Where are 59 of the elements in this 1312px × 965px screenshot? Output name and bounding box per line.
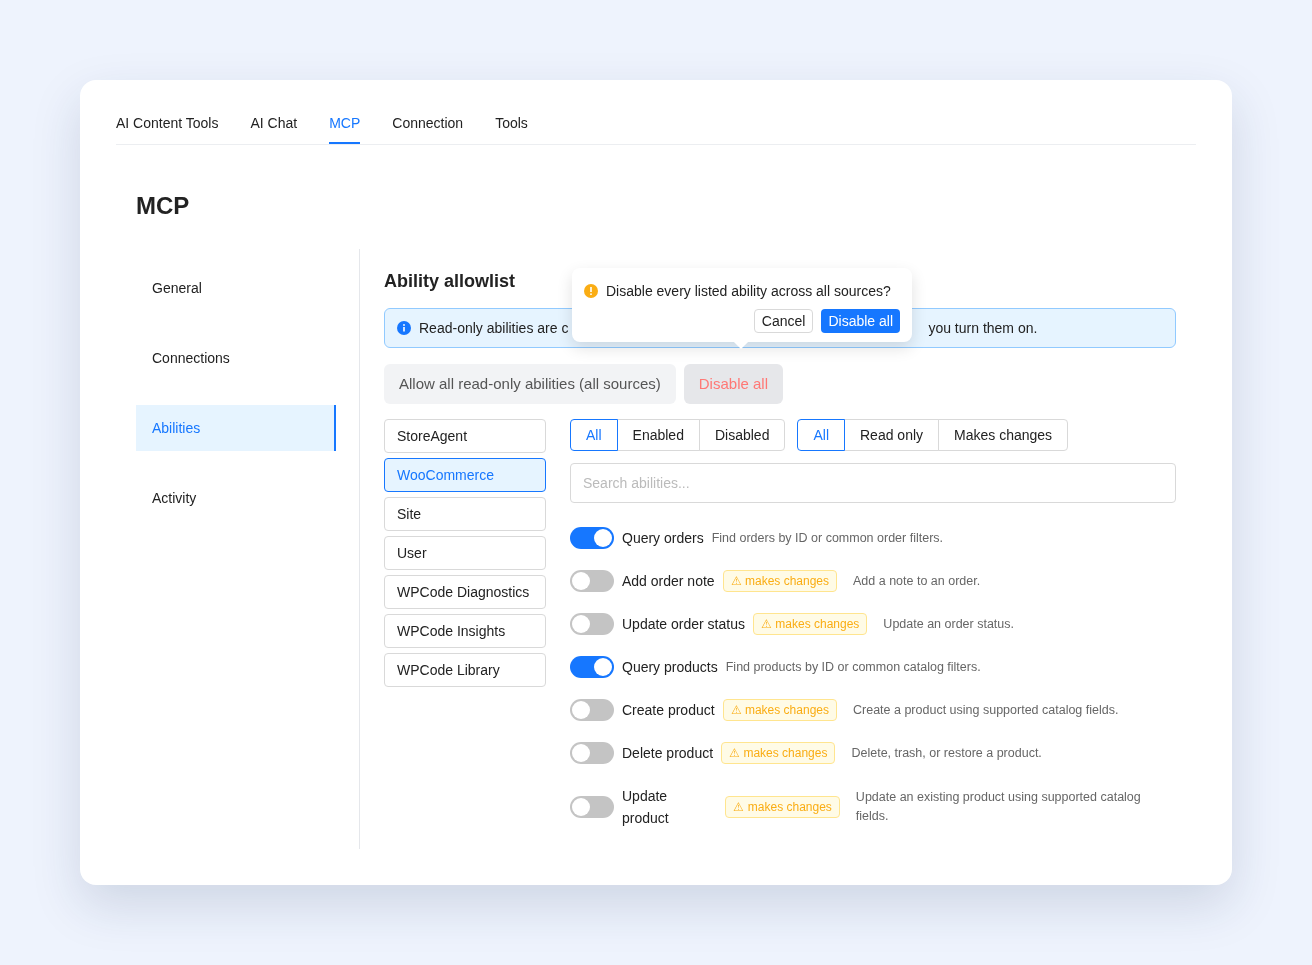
toggle-switch[interactable] [570, 656, 614, 678]
makes-changes-tag: ⚠ makes changes [725, 796, 840, 818]
info-text: Read-only abilities are c [419, 319, 569, 338]
nav-tab[interactable]: Connection [392, 104, 464, 144]
ability-description: Add a note to an order. [853, 572, 981, 590]
makes-changes-tag: ⚠ makes changes [722, 699, 837, 721]
sidebar-item[interactable]: Abilities [136, 405, 336, 451]
warning-icon [584, 284, 598, 298]
confirm-message: Disable every listed ability across all sources? [606, 282, 891, 301]
sidebar-item[interactable]: Connections [136, 335, 336, 381]
toggle-switch[interactable] [570, 796, 614, 818]
source-item[interactable]: User [384, 536, 546, 570]
filter-tab[interactable]: Read only [844, 419, 940, 451]
cancel-button[interactable]: Cancel [753, 309, 814, 333]
filter-tab[interactable]: Disabled [698, 419, 786, 451]
info-icon [397, 321, 411, 335]
info-text: you turn them on. [928, 319, 1038, 338]
ability-description: Find orders by ID or common order filters. [711, 529, 944, 547]
source-item[interactable]: Site [384, 497, 546, 531]
nav-tab[interactable]: AI Content Tools [116, 104, 219, 144]
source-item[interactable]: WPCode Insights [384, 614, 546, 648]
filter-tab[interactable]: All [570, 419, 618, 451]
toggle-switch[interactable] [570, 699, 614, 721]
nav-tab[interactable]: MCP [329, 104, 361, 144]
ability-name: Update product [622, 787, 670, 828]
ability-description: Find products by ID or common catalog filters. [725, 658, 981, 676]
source-item[interactable]: WPCode Diagnostics [384, 575, 546, 609]
ability-name: Delete product [622, 744, 714, 763]
ability-name: Add order note [622, 572, 715, 591]
ability-name: Query orders [622, 529, 704, 548]
allow-all-button[interactable]: Allow all read-only abilities (all sources) [384, 364, 676, 404]
filter-tab[interactable]: All [797, 419, 845, 451]
page-title: MCP [136, 191, 191, 221]
search-field[interactable]: Search abilities... [570, 463, 1176, 503]
ability-description: Update an existing product using supported catalog fields. [855, 789, 1142, 825]
confirm-button[interactable]: Disable all [821, 309, 900, 333]
makes-changes-tag: ⚠ makes changes [721, 742, 836, 764]
nav-tab[interactable]: Tools [495, 104, 528, 144]
sidebar-item[interactable]: General [136, 265, 336, 311]
nav-tab[interactable]: AI Chat [250, 104, 298, 144]
ability-description: Delete, trash, or restore a product. [851, 744, 1042, 762]
source-item[interactable]: WPCode Library [384, 653, 546, 687]
ability-name: Query products [622, 658, 718, 677]
filter-tab[interactable]: Enabled [616, 419, 700, 451]
section-title: Ability allowlist [384, 270, 516, 293]
ability-name: Create product [622, 701, 715, 720]
sidebar-item[interactable]: Activity [136, 475, 336, 521]
ability-description: Create a product using supported catalog fields. [853, 701, 1119, 719]
toggle-switch[interactable] [570, 613, 614, 635]
source-item[interactable]: StoreAgent [384, 419, 546, 453]
makes-changes-tag: ⚠ makes changes [752, 613, 868, 635]
filter-tab[interactable]: Makes changes [938, 419, 1069, 451]
toggle-switch[interactable] [570, 742, 614, 764]
makes-changes-tag: ⚠ makes changes [722, 570, 837, 592]
toggle-switch[interactable] [570, 570, 614, 592]
ability-name: Update order status [622, 615, 745, 634]
ability-description: Update an order status. [883, 615, 1014, 633]
toggle-switch[interactable] [570, 527, 614, 549]
source-item[interactable]: WooCommerce [384, 458, 546, 492]
